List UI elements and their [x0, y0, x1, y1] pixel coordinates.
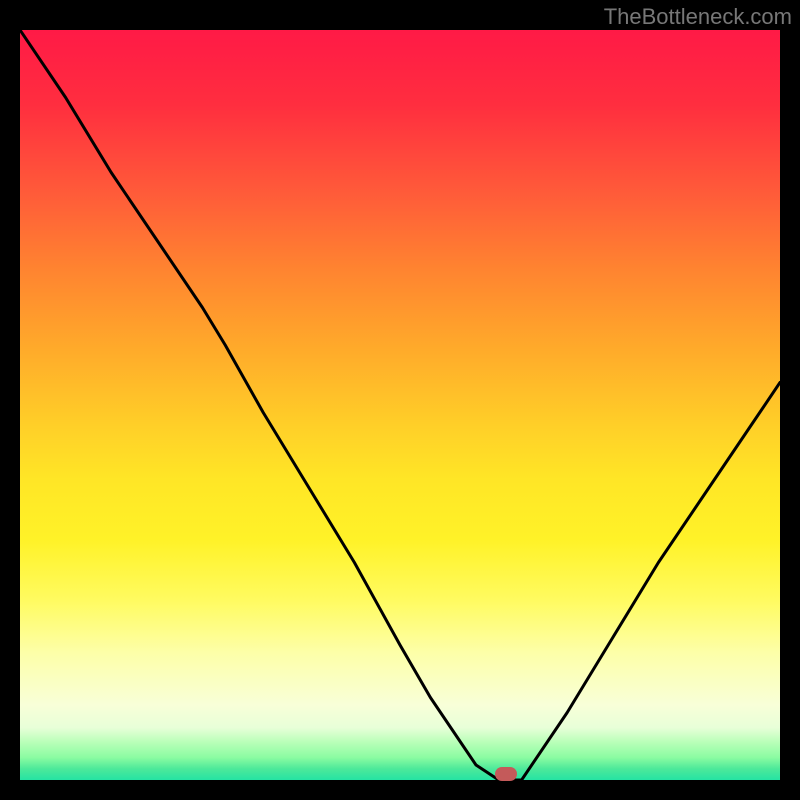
- chart-frame: TheBottleneck.com: [0, 0, 800, 800]
- curve-svg: [20, 30, 780, 780]
- minimum-marker: [495, 767, 517, 781]
- plot-area: [20, 30, 780, 780]
- bottleneck-curve: [20, 30, 780, 780]
- watermark-text: TheBottleneck.com: [604, 4, 792, 30]
